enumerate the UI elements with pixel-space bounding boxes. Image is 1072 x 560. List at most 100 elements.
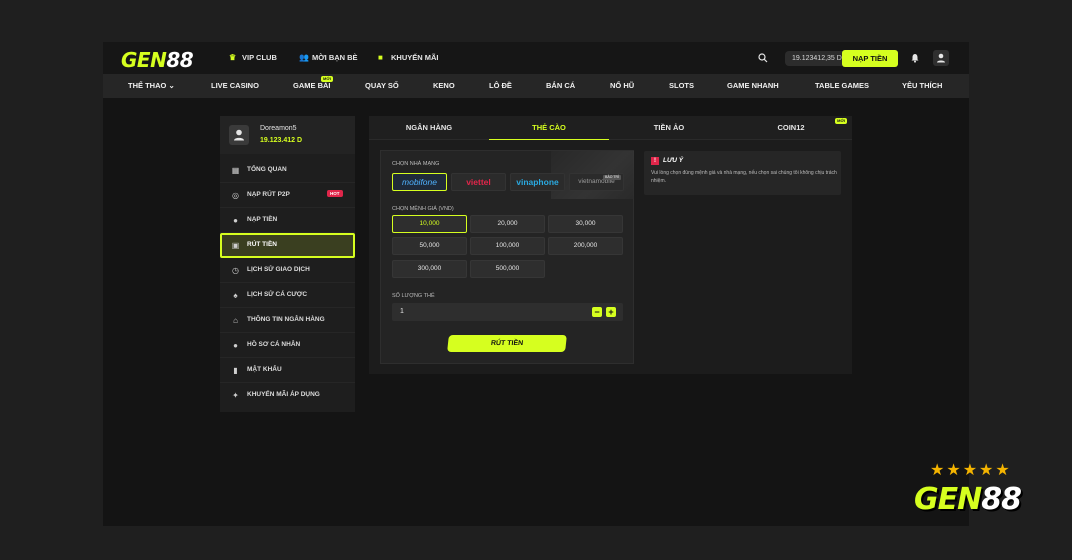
watermark-number: 88 — [981, 482, 1022, 517]
chevron-down-icon: ⌄ — [168, 81, 175, 90]
nav-keno[interactable]: KENO — [433, 74, 455, 98]
bet-history-icon: ♠ — [233, 291, 238, 300]
sidebar-item-bet-history[interactable]: ♠ LỊCH SỬ CÁ CƯỢC — [220, 283, 355, 308]
nav-jackpot[interactable]: NỔ HŨ — [610, 74, 634, 98]
watermark-logo: GEN88 — [914, 482, 1022, 517]
nav-live-casino[interactable]: LIVE CASINO — [211, 74, 259, 98]
bell-icon[interactable] — [910, 53, 920, 63]
sidebar-item-label: LỊCH SỬ GIAO DỊCH — [247, 266, 310, 273]
main-nav: THỂ THAO ⌄ LIVE CASINO GAME BÀI MỚI QUAY … — [103, 74, 969, 98]
bank-icon: ⌂ — [233, 316, 238, 325]
nav-card-games-label: GAME BÀI — [293, 81, 331, 90]
new-badge: MỚI — [835, 118, 847, 124]
user-menu-button[interactable] — [933, 50, 949, 66]
warning-icon: ! — [651, 157, 659, 165]
nav-sports-label: THỂ THAO — [128, 81, 167, 90]
gen88-logo[interactable]: GEN88 — [121, 48, 194, 72]
sidebar-item-label: HỒ SƠ CÁ NHÂN — [247, 341, 301, 348]
sidebar-item-bank-info[interactable]: ⌂ THÔNG TIN NGÂN HÀNG — [220, 308, 355, 333]
amount-option[interactable]: 50,000 — [392, 237, 467, 255]
user-balance: 19.123.412 D — [260, 137, 303, 144]
tab-bank[interactable]: NGÂN HÀNG — [369, 116, 489, 140]
tab-coin12[interactable]: COIN12 MỚI — [731, 116, 851, 140]
provider-vietnamobile[interactable]: vietnamobile BẢO TRÌ — [569, 173, 624, 191]
nav-fish-shooting[interactable]: BẮN CÁ — [546, 74, 575, 98]
decrement-button[interactable]: − — [592, 307, 602, 317]
coins-icon: ◎ — [232, 191, 239, 200]
sidebar-item-label: TỔNG QUAN — [247, 166, 287, 173]
provider-mobifone[interactable]: mobifone — [392, 173, 447, 191]
app-frame: GEN88 ♛ VIP CLUB 👥 MỜI BẠN BÈ ■ KHUYẾN M… — [103, 42, 969, 526]
nav-lo-de[interactable]: LÔ ĐỀ — [489, 74, 512, 98]
withdraw-panel: NGÂN HÀNG THẺ CÀO TIỀN ẢO COIN12 MỚI CHỌN… — [369, 116, 852, 374]
provider-viettel[interactable]: viettel — [451, 173, 506, 191]
username: Doreamon5 — [260, 125, 297, 132]
sidebar-item-applied-promotions[interactable]: ✦ KHUYẾN MÃI ÁP DỤNG — [220, 383, 355, 408]
search-icon[interactable] — [758, 53, 768, 63]
new-badge: MỚI — [321, 76, 333, 82]
sidebar-item-deposit[interactable]: ● NẠP TIỀN — [220, 208, 355, 233]
invite-friends-label: MỜI BẠN BÈ — [312, 53, 358, 62]
nav-slots[interactable]: SLOTS — [669, 74, 694, 98]
nav-table-games[interactable]: TABLE GAMES — [815, 74, 869, 98]
sidebar-item-overview[interactable]: ▦ TỔNG QUAN — [220, 158, 355, 183]
watermark-text: GEN — [914, 482, 982, 517]
sidebar-item-withdraw[interactable]: ▣ RÚT TIỀN — [220, 233, 355, 258]
sidebar-item-p2p[interactable]: ◎ NẠP RÚT P2P HOT — [220, 183, 355, 208]
provider-vinaphone[interactable]: vinaphone — [510, 173, 565, 191]
promo-icon: ✦ — [232, 391, 239, 400]
quantity-label: SỐ LƯỢNG THẺ — [392, 293, 435, 299]
logo-number: 88 — [166, 48, 194, 72]
invite-friends-link[interactable]: 👥 MỜI BẠN BÈ — [299, 53, 358, 62]
network-label: CHỌN NHÀ MẠNG — [392, 161, 440, 167]
quantity-stepper[interactable]: 1 − + — [392, 303, 623, 321]
sidebar-item-transaction-history[interactable]: ◷ LỊCH SỬ GIAO DỊCH — [220, 258, 355, 283]
amount-option[interactable]: 30,000 — [548, 215, 623, 233]
grid-icon: ▦ — [231, 166, 240, 175]
nav-lottery[interactable]: QUAY SỐ — [365, 74, 399, 98]
nav-card-games[interactable]: GAME BÀI MỚI — [293, 74, 333, 98]
tab-crypto[interactable]: TIỀN ẢO — [609, 116, 729, 140]
sidebar-item-password[interactable]: ▮ MẬT KHẨU — [220, 358, 355, 383]
promotions-link[interactable]: ■ KHUYẾN MÃI — [378, 53, 439, 62]
tab-coin12-label: COIN12 — [777, 123, 805, 132]
quantity-value[interactable]: 1 — [400, 308, 404, 315]
user-card: Doreamon5 19.123.412 D — [220, 116, 355, 154]
amount-option[interactable]: 200,000 — [548, 237, 623, 255]
amount-option[interactable]: 100,000 — [470, 237, 545, 255]
profile-icon: ● — [233, 341, 238, 350]
sidebar-item-label: RÚT TIỀN — [247, 241, 277, 248]
sidebar-item-label: KHUYẾN MÃI ÁP DỤNG — [247, 391, 320, 398]
amount-label: CHỌN MỆNH GIÁ (VND) — [392, 206, 454, 212]
amount-option[interactable]: 10,000 — [392, 215, 467, 233]
sidebar-item-label: LỊCH SỬ CÁ CƯỢC — [247, 291, 308, 298]
user-icon — [234, 129, 244, 141]
lock-icon: ▮ — [233, 366, 238, 375]
amount-option[interactable]: 500,000 — [470, 260, 545, 278]
withdraw-method-tabs: NGÂN HÀNG THẺ CÀO TIỀN ẢO COIN12 MỚI — [369, 116, 852, 140]
scratch-card-form: CHỌN NHÀ MẠNG mobifone viettel vinaphone… — [380, 150, 634, 364]
tab-scratch-card[interactable]: THẺ CÀO — [489, 116, 609, 140]
users-icon: 👥 — [299, 52, 309, 62]
withdraw-submit-button[interactable]: RÚT TIỀN — [447, 335, 567, 352]
amount-option[interactable]: 300,000 — [392, 260, 467, 278]
vip-club-link[interactable]: ♛ VIP CLUB — [229, 53, 277, 62]
increment-button[interactable]: + — [606, 307, 616, 317]
hot-badge: HOT — [327, 190, 343, 197]
nav-quick-games[interactable]: GAME NHANH — [727, 74, 779, 98]
sidebar-item-label: NẠP TIỀN — [247, 216, 278, 223]
star-rating-icon: ★★★★★ — [930, 462, 1012, 479]
user-icon — [937, 53, 945, 63]
sidebar-item-label: THÔNG TIN NGÂN HÀNG — [247, 316, 325, 323]
gen88-watermark: ★★★★★ GEN88 — [912, 460, 1052, 524]
history-icon: ◷ — [232, 266, 239, 275]
avatar — [229, 125, 249, 145]
nav-sports[interactable]: THỂ THAO ⌄ — [128, 74, 175, 98]
sidebar-item-profile[interactable]: ● HỒ SƠ CÁ NHÂN — [220, 333, 355, 358]
top-header: GEN88 ♛ VIP CLUB 👥 MỜI BẠN BÈ ■ KHUYẾN M… — [103, 42, 969, 74]
amount-option[interactable]: 20,000 — [470, 215, 545, 233]
nav-favorites[interactable]: YÊU THÍCH — [902, 74, 942, 98]
account-sidebar: Doreamon5 19.123.412 D ▦ TỔNG QUAN ◎ NẠP… — [220, 116, 355, 412]
deposit-button[interactable]: NẠP TIỀN — [842, 50, 898, 67]
withdraw-icon: ▣ — [231, 241, 240, 250]
